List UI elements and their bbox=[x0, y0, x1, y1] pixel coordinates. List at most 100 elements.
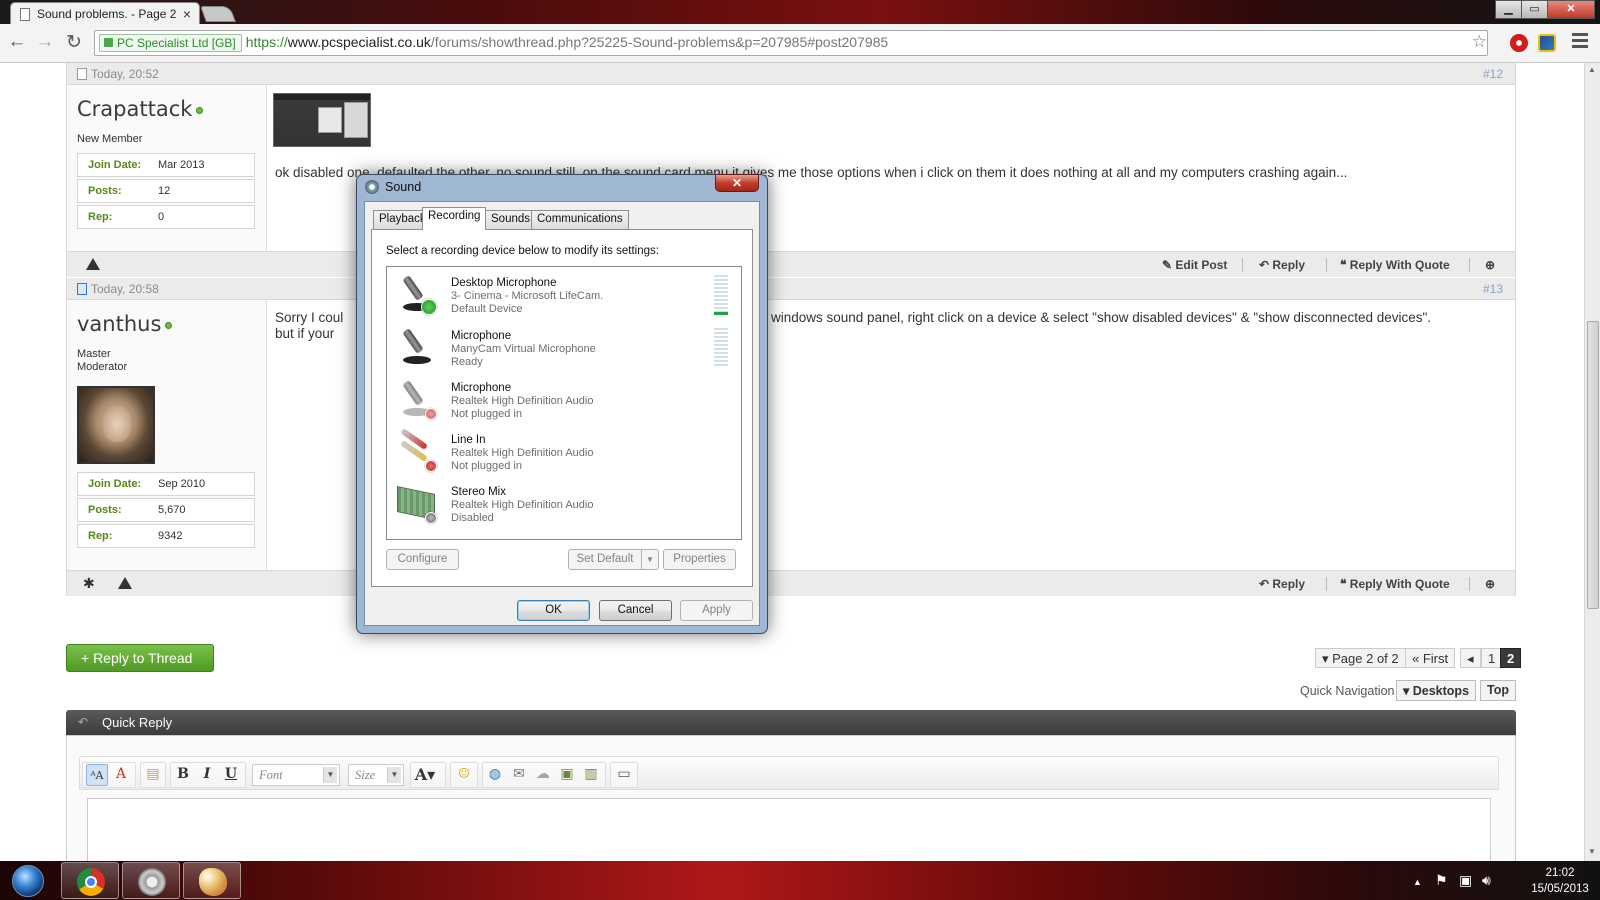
attachment-thumbnail[interactable] bbox=[273, 93, 371, 147]
insert-email-icon[interactable]: ✉ bbox=[508, 764, 530, 786]
top-button[interactable]: Top bbox=[1480, 680, 1516, 701]
report-post-icon[interactable] bbox=[118, 577, 132, 589]
post-message-part: but if your bbox=[275, 326, 335, 341]
username-link[interactable]: Crapattack bbox=[77, 97, 204, 121]
reply-to-thread-button[interactable]: + Reply to Thread bbox=[66, 644, 214, 672]
microphone-icon bbox=[393, 271, 439, 317]
taskbar-paint[interactable] bbox=[183, 862, 241, 899]
reply-with-quote-button[interactable]: ❝ Reply With Quote bbox=[1340, 258, 1450, 272]
default-check-icon bbox=[421, 299, 437, 315]
device-stereo-mix[interactable]: Stereo Mix Realtek High Definition Audio… bbox=[389, 478, 729, 530]
italic-icon[interactable]: I bbox=[196, 764, 218, 786]
taskbar-chrome[interactable] bbox=[61, 862, 119, 899]
tray-expand-icon[interactable]: ▲ bbox=[1413, 877, 1422, 887]
underline-icon[interactable]: U bbox=[220, 764, 242, 786]
post-time: Today, 20:52 bbox=[91, 67, 159, 81]
device-list[interactable]: Desktop Microphone 3- Cinema - Microsoft… bbox=[386, 266, 742, 540]
page-scrollbar[interactable]: ▲ ▼ bbox=[1584, 63, 1600, 861]
device-realtek-microphone[interactable]: Microphone Realtek High Definition Audio… bbox=[389, 374, 729, 426]
desktops-nav-button[interactable]: ▾ Desktops bbox=[1396, 680, 1477, 701]
device-line-in[interactable]: Line In Realtek High Definition Audio No… bbox=[389, 426, 729, 478]
maximize-button[interactable]: ▭ bbox=[1521, 0, 1548, 19]
insert-picture-icon[interactable]: ▣ bbox=[556, 764, 578, 786]
clock-time[interactable]: 21:02 bbox=[1530, 867, 1590, 879]
paste-icon[interactable]: ▤ bbox=[142, 764, 164, 786]
edit-post-button[interactable]: ✎ Edit Post bbox=[1162, 258, 1227, 272]
dialog-close-button[interactable]: ✕ bbox=[715, 174, 759, 192]
ev-certificate-badge[interactable]: PC Specialist Ltd [GB] bbox=[99, 34, 242, 52]
message-textarea[interactable] bbox=[87, 798, 1491, 868]
post-number-link[interactable]: #12 bbox=[1483, 67, 1503, 81]
browser-menu-icon[interactable] bbox=[1572, 33, 1588, 51]
collapse-arrow-icon[interactable]: ↶ bbox=[78, 715, 88, 729]
device-desktop-microphone[interactable]: Desktop Microphone 3- Cinema - Microsoft… bbox=[389, 269, 729, 321]
tab-communications[interactable]: Communications bbox=[531, 210, 629, 229]
bold-icon[interactable]: B bbox=[172, 764, 194, 786]
close-window-button[interactable]: ✕ bbox=[1547, 0, 1595, 19]
level-meter bbox=[714, 328, 728, 368]
page-icon bbox=[20, 8, 30, 21]
microphone-icon bbox=[393, 376, 439, 422]
text-color-icon[interactable]: A▾ bbox=[414, 764, 436, 786]
scroll-up-icon[interactable]: ▲ bbox=[1588, 65, 1596, 74]
forward-button[interactable]: → bbox=[34, 31, 56, 53]
username-link[interactable]: vanthus bbox=[77, 312, 173, 336]
remove-format-icon[interactable]: ᴬA bbox=[86, 764, 108, 786]
separator bbox=[1469, 577, 1470, 591]
smilies-icon[interactable]: ☺ bbox=[453, 764, 475, 786]
cancel-button[interactable]: Cancel bbox=[599, 600, 672, 621]
action-center-flag-icon[interactable]: ⚑ bbox=[1435, 872, 1448, 889]
tab-recording[interactable]: Recording bbox=[422, 207, 487, 230]
scrollbar-thumb[interactable] bbox=[1587, 321, 1599, 609]
properties-button[interactable]: Properties bbox=[663, 549, 736, 570]
user-avatar[interactable] bbox=[77, 386, 155, 464]
set-default-button[interactable]: Set Default bbox=[568, 549, 642, 570]
post-time: Today, 20:58 bbox=[91, 282, 159, 296]
insert-link-icon[interactable]: ◍ bbox=[484, 764, 506, 786]
reply-button[interactable]: ↶ Reply bbox=[1259, 577, 1305, 591]
reload-button[interactable]: ↻ bbox=[63, 31, 85, 54]
insert-video-icon[interactable]: ▥ bbox=[580, 764, 602, 786]
tab-close-icon[interactable]: × bbox=[183, 6, 191, 22]
network-icon[interactable]: ▣ bbox=[1459, 872, 1472, 889]
page-dropdown[interactable]: ▾ Page 2 of 2 bbox=[1315, 648, 1406, 668]
volume-icon[interactable]: 🔊︎ bbox=[1482, 872, 1491, 889]
size-select[interactable]: Size ▼ bbox=[348, 764, 404, 786]
apply-button[interactable]: Apply bbox=[680, 600, 753, 621]
report-post-icon[interactable] bbox=[86, 258, 100, 270]
post-number-link[interactable]: #13 bbox=[1483, 282, 1503, 296]
online-status-icon bbox=[165, 322, 173, 329]
reply-button[interactable]: ↶ Reply bbox=[1259, 258, 1305, 272]
minimize-button[interactable]: ▁ bbox=[1495, 0, 1522, 19]
insert-image-icon[interactable]: ☁ bbox=[532, 764, 554, 786]
tab-sounds[interactable]: Sounds bbox=[485, 210, 537, 229]
device-manycam-microphone[interactable]: Microphone ManyCam Virtual Microphone Re… bbox=[389, 322, 729, 374]
scroll-down-icon[interactable]: ▼ bbox=[1588, 847, 1596, 856]
thanks-star-icon[interactable]: ✱ bbox=[83, 575, 95, 592]
new-tab-button[interactable] bbox=[200, 6, 236, 22]
start-button[interactable] bbox=[4, 861, 50, 900]
address-bar[interactable]: PC Specialist Ltd [GB] https://www.pcspec… bbox=[94, 30, 1488, 56]
multi-quote-icon[interactable]: ⊕ bbox=[1485, 258, 1495, 272]
taskbar-sound[interactable] bbox=[122, 862, 180, 899]
clock-date[interactable]: 15/05/2013 bbox=[1522, 883, 1598, 895]
browser-tab-active[interactable]: Sound problems. - Page 2 × bbox=[10, 2, 200, 26]
extension-icon[interactable] bbox=[1538, 34, 1556, 52]
first-page-link[interactable]: « First bbox=[1405, 648, 1456, 668]
switch-mode-icon[interactable]: A bbox=[110, 764, 132, 786]
multi-quote-icon[interactable]: ⊕ bbox=[1485, 577, 1495, 591]
back-button[interactable]: ← bbox=[6, 31, 28, 53]
post-13: Today, 20:58 #13 vanthus Master Moderator… bbox=[66, 278, 1516, 596]
reply-with-quote-button[interactable]: ❝ Reply With Quote bbox=[1340, 577, 1450, 591]
configure-button[interactable]: Configure bbox=[386, 549, 459, 570]
ok-button[interactable]: OK bbox=[517, 600, 590, 621]
insert-quote-icon[interactable]: ▭ bbox=[613, 764, 635, 786]
set-default-dropdown-icon[interactable]: ▼ bbox=[641, 549, 659, 570]
bookmark-star-icon[interactable]: ☆ bbox=[1472, 32, 1487, 52]
speaker-icon bbox=[138, 868, 166, 896]
dialog-title: Sound bbox=[365, 180, 421, 194]
level-meter bbox=[714, 275, 728, 315]
extension-adblock-icon[interactable] bbox=[1510, 34, 1528, 52]
prev-page-link[interactable]: ◂ bbox=[1460, 648, 1481, 668]
font-select[interactable]: Font ▼ bbox=[252, 764, 340, 786]
